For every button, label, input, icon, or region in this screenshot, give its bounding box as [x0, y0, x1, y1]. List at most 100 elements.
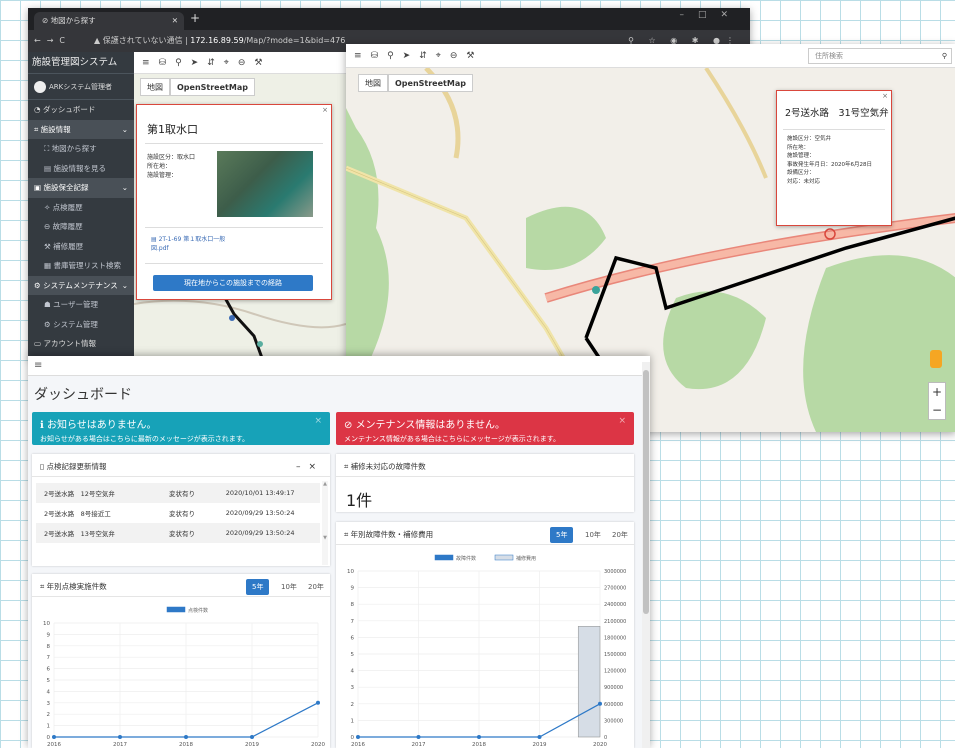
y-tick-label: 8	[351, 602, 355, 608]
window-controls[interactable]: –□✕	[679, 10, 742, 20]
legend: 故障件数 補修費用	[434, 554, 536, 562]
wrench-icon: ✧	[44, 202, 53, 212]
sidebar-item-4[interactable]: ▣ 施設保全記録 ⌄	[28, 178, 134, 198]
data-point[interactable]	[250, 735, 254, 739]
scrollbar[interactable]	[642, 362, 650, 748]
sidebar-item-label: ダッシュボード	[42, 105, 96, 114]
street-view-pegman-icon[interactable]	[930, 350, 942, 368]
close-icon[interactable]: ×	[618, 416, 626, 426]
sidebar-item-2[interactable]: ⛶ 地図から探す	[28, 139, 134, 159]
address-search-input[interactable]: 住所検索 ⚲	[808, 48, 952, 64]
chevron-down-icon: ⌄	[121, 124, 128, 134]
minus-circle-icon: ⊖	[44, 222, 53, 231]
data-point[interactable]	[598, 701, 602, 706]
map-toolbar[interactable]: ≡⛁⚲➤⇵⌖⊖⚒ 住所検索 ⚲	[346, 44, 955, 68]
sidebar-item-12[interactable]: ▭ アカウント情報	[28, 334, 134, 354]
zoom-in-icon[interactable]: +	[929, 383, 945, 401]
info-line: 施設管理：	[787, 153, 815, 159]
user-panel[interactable]: ARKシステム管理者	[28, 74, 134, 100]
data-point[interactable]	[118, 735, 122, 739]
y-tick-label: 2	[47, 712, 51, 718]
chart-icon: ⌗	[344, 462, 351, 471]
sidebar-item-9[interactable]: ⚙ システムメンテナンス ⌄	[28, 275, 134, 295]
info-line: 事故発生年月日：2020年6月28日	[787, 161, 872, 168]
inspection-table: 2号送水路 12号空気弁 変状有り 2020/10/01 13:49:17 2号送水路…	[36, 483, 320, 563]
period-5y-button[interactable]: 5年	[550, 527, 574, 543]
data-point[interactable]	[184, 735, 188, 739]
sidebar-item-3[interactable]: ▤ 施設情報を見る	[28, 159, 134, 179]
table-row[interactable]: 2号送水路 8号接近工 変状有り 2020/09/29 13:50:24	[36, 503, 320, 523]
y-tick-label: 8	[47, 644, 51, 650]
popup-info: 施設区分：空気弁 所在地： 施設管理： 事故発生年月日：2020年6月28日 設備区分：…	[787, 135, 872, 186]
failure-combo-chart: 故障件数 補修費用 0 1 2 3 4 5 6 7 8 9 10 2016 2017 2018 2019 2020…	[347, 554, 626, 748]
avatar	[34, 81, 46, 93]
info-line: 所在地：	[787, 144, 810, 151]
close-icon[interactable]: ×	[314, 416, 322, 426]
y-tick-label: 5	[47, 678, 51, 684]
table-row[interactable]: 2号送水路 12号空気弁 変状有り 2020/10/01 13:49:17	[36, 483, 320, 503]
brand[interactable]: 施設管理図システム	[28, 52, 134, 74]
y-tick-label: 7	[47, 655, 51, 661]
period-5y-button[interactable]: 5年	[246, 579, 270, 595]
y-tick-label: 10	[43, 621, 50, 627]
chevron-down-icon: ⌄	[121, 280, 128, 290]
map-panel-left[interactable]: 地図 OpenStreetMap × 第1取水口 施設区分：取水口 所在地： 施設管…	[134, 74, 346, 358]
scrollbar[interactable]: ▲ ▼	[322, 481, 328, 565]
sidebar-item-6[interactable]: ⊖ 故障履歴	[28, 217, 134, 237]
new-tab-icon[interactable]: +	[190, 11, 200, 25]
sidebar-item-10[interactable]: ☗ ユーザー管理	[28, 295, 134, 315]
facility-photo[interactable]	[217, 151, 313, 217]
x-tick-label: 2019	[245, 742, 259, 748]
tab-map[interactable]: 地図	[358, 74, 388, 92]
y-tick-label: 1	[351, 718, 355, 724]
scrollbar-thumb[interactable]	[643, 370, 649, 614]
map-icon: ⛶	[44, 144, 52, 153]
hamburger-menu-icon[interactable]: ≡	[28, 356, 650, 376]
search-icon[interactable]: ⚲	[942, 49, 947, 63]
data-point[interactable]	[537, 735, 542, 739]
zoom-control[interactable]: + −	[928, 382, 946, 420]
info-line: 施設管理：	[147, 172, 178, 179]
data-point[interactable]	[316, 700, 320, 705]
tab-title: 地図から探す	[50, 16, 96, 25]
period-20y-button[interactable]: 20年	[606, 527, 634, 543]
data-point[interactable]	[52, 735, 56, 739]
period-20y-button[interactable]: 20年	[302, 579, 330, 595]
sidebar-item-5[interactable]: ✧ 点検履歴	[28, 198, 134, 218]
chart-icon: ⌗	[40, 582, 47, 591]
sidebar-item-1[interactable]: ⌗ 施設情報 ⌄	[28, 119, 134, 139]
legend-swatch	[434, 554, 454, 561]
cell-name: 2号送水路 12号空気弁	[44, 490, 115, 498]
sidebar-item-label: 施設保全記録	[43, 183, 89, 192]
sidebar-item-7[interactable]: ⚒ 補修履歴	[28, 237, 134, 257]
y-tick-label: 6	[351, 635, 355, 641]
period-10y-button[interactable]: 10年	[275, 579, 303, 595]
table-row[interactable]: 2号送水路 13号空気弁 変状有り 2020/09/29 13:50:24	[36, 523, 320, 543]
close-icon[interactable]: ×	[882, 92, 888, 100]
cell-date: 2020/09/29 13:50:24	[225, 529, 295, 537]
sidebar-item-0[interactable]: ◔ ダッシュボード	[28, 100, 134, 120]
sidebar-item-11[interactable]: ⚙ システム管理	[28, 315, 134, 335]
nav-buttons[interactable]: ←→C	[34, 30, 71, 52]
tab-osm[interactable]: OpenStreetMap	[170, 78, 255, 96]
unrepaired-count: 1件	[346, 491, 373, 510]
file-link[interactable]: ▤ 2T-1-69 第１取水口一般 図.pdf	[151, 235, 225, 253]
y2-tick-label: 1500000	[604, 652, 626, 658]
route-button[interactable]: 現在地からこの施設までの経路	[153, 275, 313, 291]
close-icon[interactable]: ×	[322, 106, 328, 114]
data-point[interactable]	[477, 735, 481, 739]
legend-label: 故障件数	[456, 555, 476, 562]
tab-map[interactable]: 地図	[140, 78, 170, 96]
tab-osm[interactable]: OpenStreetMap	[388, 74, 473, 92]
data-point[interactable]	[416, 735, 421, 739]
browser-tab[interactable]: ⊘ 地図から探す ✕	[34, 12, 184, 30]
sidebar-item-label: システムメンテナンス	[43, 280, 118, 290]
data-point[interactable]	[356, 735, 360, 739]
zoom-out-icon[interactable]: −	[929, 401, 945, 419]
x-tick-label: 2018	[472, 742, 486, 748]
sidebar-item-8[interactable]: ▦ 書庫管理リスト検索	[28, 256, 134, 276]
close-tab-icon[interactable]: ✕	[172, 12, 178, 30]
y-tick-label: 3	[351, 685, 355, 691]
card-tools[interactable]: –×	[296, 457, 324, 477]
period-10y-button[interactable]: 10年	[579, 527, 607, 543]
